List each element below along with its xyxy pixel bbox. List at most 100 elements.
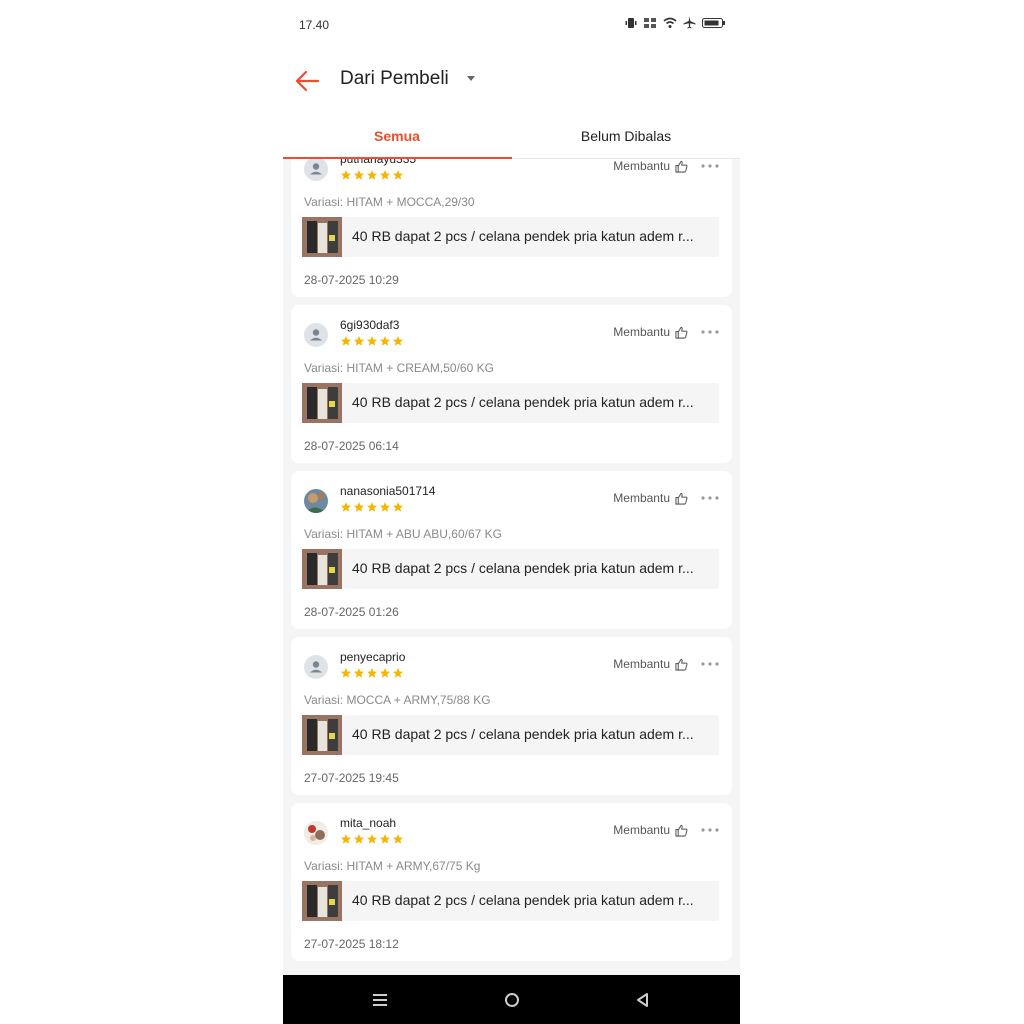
product-link[interactable]: 40 RB dapat 2 pcs / celana pendek pria k…	[302, 383, 719, 423]
review-card: nanasonia501714 Membantu Variasi: HITAM …	[291, 471, 732, 629]
status-bar: 17.40	[283, 0, 740, 50]
avatar[interactable]	[304, 489, 328, 513]
product-name: 40 RB dapat 2 pcs / celana pendek pria k…	[352, 892, 694, 908]
review-list[interactable]: putrianayu335 Membantu Variasi: HITAM + …	[283, 159, 740, 975]
tab-bar: Semua Belum Dibalas	[283, 116, 740, 159]
tab-unreplied[interactable]: Belum Dibalas	[512, 116, 740, 158]
page-title[interactable]: Dari Pembeli	[340, 68, 449, 90]
star-icon	[393, 834, 403, 844]
star-icon	[393, 336, 403, 346]
product-link[interactable]: 40 RB dapat 2 pcs / celana pendek pria k…	[302, 881, 719, 921]
system-nav-bar	[283, 975, 740, 1024]
review-card: penyecaprio Membantu Variasi: MOCCA + AR…	[291, 637, 732, 795]
tab-all-label: Semua	[374, 128, 420, 144]
star-icon	[380, 502, 390, 512]
star-icon	[380, 834, 390, 844]
product-thumbnail	[302, 383, 342, 423]
default-avatar-icon	[310, 661, 322, 673]
back-triangle-icon[interactable]	[632, 989, 654, 1011]
avatar[interactable]	[304, 323, 328, 347]
review-date: 27-07-2025 18:12	[304, 937, 399, 951]
more-options-icon[interactable]	[700, 657, 720, 671]
star-rating	[340, 833, 404, 845]
more-options-icon[interactable]	[700, 325, 720, 339]
product-name: 40 RB dapat 2 pcs / celana pendek pria k…	[352, 560, 694, 576]
review-date: 28-07-2025 06:14	[304, 439, 399, 453]
star-icon	[367, 170, 377, 180]
helpful-label: Membantu	[613, 491, 670, 505]
default-avatar-icon	[310, 329, 322, 341]
star-icon	[367, 834, 377, 844]
review-date: 28-07-2025 10:29	[304, 273, 399, 287]
helpful-label: Membantu	[613, 159, 670, 173]
helpful-label: Membantu	[613, 823, 670, 837]
star-rating	[340, 169, 404, 181]
arrow-left-icon[interactable]	[293, 66, 323, 96]
star-icon	[354, 170, 364, 180]
star-rating	[340, 335, 404, 347]
variation-text: Variasi: HITAM + ARMY,67/75 Kg	[304, 859, 481, 873]
star-icon	[393, 668, 403, 678]
caret-down-icon[interactable]	[467, 76, 475, 82]
product-link[interactable]: 40 RB dapat 2 pcs / celana pendek pria k…	[302, 549, 719, 589]
photo-avatar-icon	[304, 489, 328, 513]
review-card: mita_noah Membantu Variasi: HITAM + ARMY…	[291, 803, 732, 961]
product-link[interactable]: 40 RB dapat 2 pcs / celana pendek pria k…	[302, 715, 719, 755]
more-options-icon[interactable]	[700, 491, 720, 505]
tab-all[interactable]: Semua	[283, 116, 511, 158]
star-icon	[341, 502, 351, 512]
star-icon	[341, 170, 351, 180]
helpful-button[interactable]: Membantu	[613, 491, 688, 505]
thumbs-up-icon	[675, 160, 688, 173]
airplane-icon	[683, 16, 696, 29]
helpful-button[interactable]: Membantu	[613, 657, 688, 671]
thumbs-up-icon	[675, 326, 688, 339]
star-icon	[341, 668, 351, 678]
tab-unreplied-label: Belum Dibalas	[580, 128, 672, 144]
star-icon	[354, 502, 364, 512]
username: nanasonia501714	[340, 484, 436, 498]
helpful-label: Membantu	[613, 325, 670, 339]
star-rating	[340, 501, 404, 513]
helpful-button[interactable]: Membantu	[613, 159, 688, 173]
star-icon	[354, 336, 364, 346]
product-thumbnail	[302, 715, 342, 755]
star-icon	[380, 336, 390, 346]
star-icon	[341, 834, 351, 844]
variation-text: Variasi: HITAM + ABU ABU,60/67 KG	[304, 527, 502, 541]
avatar[interactable]	[304, 159, 328, 181]
review-card: 6gi930daf3 Membantu Variasi: HITAM + CRE…	[291, 305, 732, 463]
helpful-button[interactable]: Membantu	[613, 325, 688, 339]
star-icon	[380, 668, 390, 678]
data-speed-icon	[644, 17, 656, 28]
photo-avatar-icon	[304, 821, 328, 845]
more-options-icon[interactable]	[700, 823, 720, 837]
review-card: putrianayu335 Membantu Variasi: HITAM + …	[291, 159, 732, 297]
helpful-label: Membantu	[613, 657, 670, 671]
star-icon	[354, 834, 364, 844]
thumbs-up-icon	[675, 658, 688, 671]
home-circle-icon[interactable]	[501, 989, 523, 1011]
star-icon	[341, 336, 351, 346]
star-icon	[367, 502, 377, 512]
product-link[interactable]: 40 RB dapat 2 pcs / celana pendek pria k…	[302, 217, 719, 257]
more-options-icon[interactable]	[700, 159, 720, 173]
username: penyecaprio	[340, 650, 406, 664]
star-icon	[367, 668, 377, 678]
phone-screen: 17.40 Dari Pembeli Semua Belum Dibalas p…	[283, 0, 740, 1024]
product-thumbnail	[302, 549, 342, 589]
helpful-button[interactable]: Membantu	[613, 823, 688, 837]
product-thumbnail	[302, 217, 342, 257]
avatar[interactable]	[304, 655, 328, 679]
menu-icon[interactable]	[369, 989, 391, 1011]
thumbs-up-icon	[675, 492, 688, 505]
wifi-icon	[663, 17, 677, 28]
product-name: 40 RB dapat 2 pcs / celana pendek pria k…	[352, 228, 694, 244]
username: 6gi930daf3	[340, 318, 400, 332]
product-name: 40 RB dapat 2 pcs / celana pendek pria k…	[352, 394, 694, 410]
username: putrianayu335	[340, 159, 417, 166]
star-icon	[367, 336, 377, 346]
variation-text: Variasi: HITAM + CREAM,50/60 KG	[304, 361, 494, 375]
avatar[interactable]	[304, 821, 328, 845]
product-name: 40 RB dapat 2 pcs / celana pendek pria k…	[352, 726, 694, 742]
